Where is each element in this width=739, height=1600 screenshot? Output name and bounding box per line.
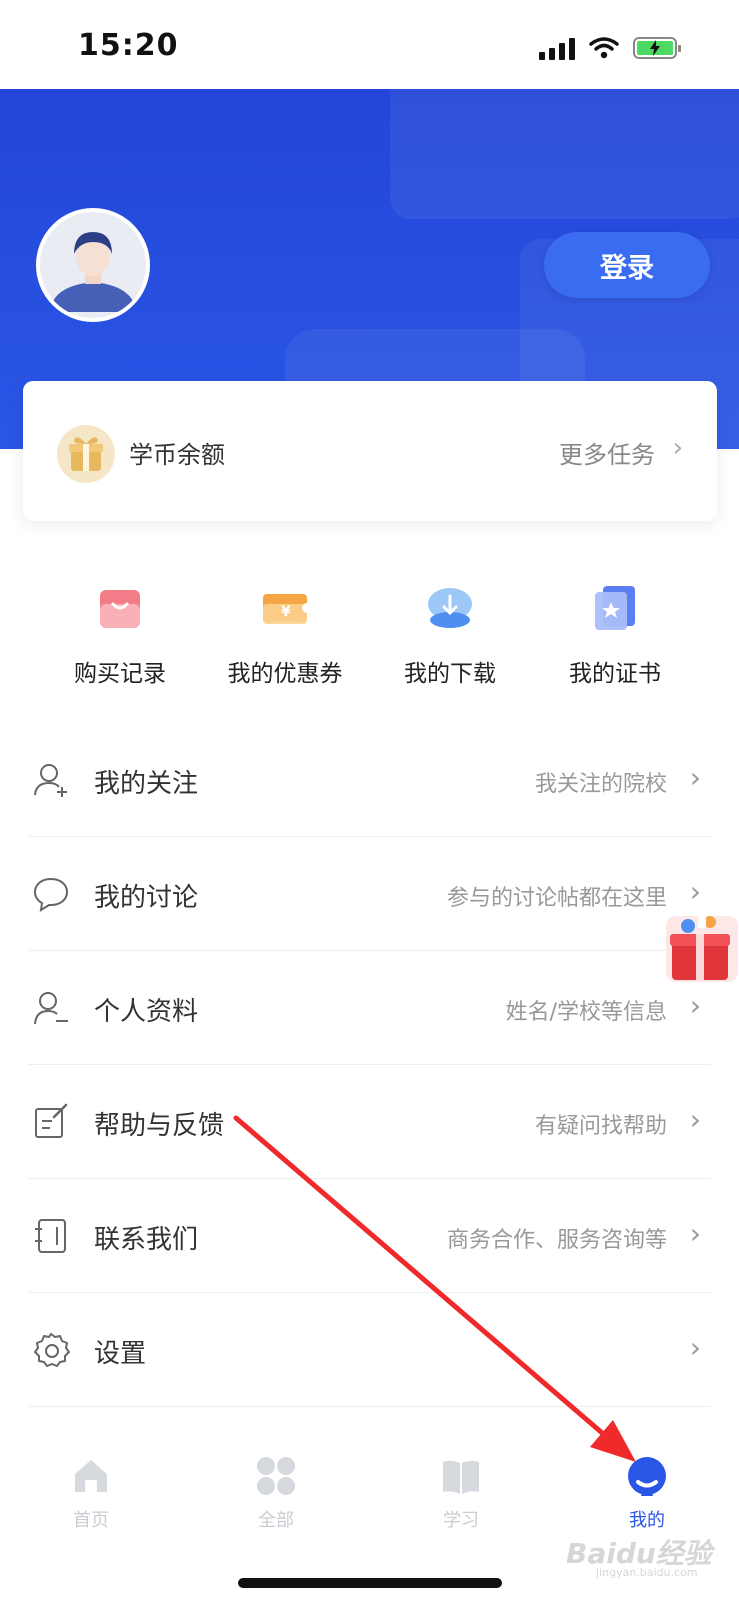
home-indicator[interactable] (238, 1578, 502, 1588)
menu-row-subtitle: 参与的讨论帖都在这里 (446, 886, 667, 911)
avatar[interactable] (36, 208, 150, 322)
menu-row-title: 设置 (94, 1339, 147, 1369)
quick-action-downloads[interactable]: 我的下载 (370, 582, 530, 702)
wifi-icon (589, 37, 619, 59)
floating-gift-icon[interactable] (662, 906, 738, 986)
menu-row-subtitle: 姓名/学校等信息 (505, 1000, 667, 1025)
chevron-right-icon: › (689, 1103, 701, 1136)
tab-label: 首页 (73, 1510, 109, 1531)
login-button[interactable]: 登录 (544, 232, 710, 298)
menu-row-subtitle: 有疑问找帮助 (534, 1114, 667, 1139)
menu-row-my-discussions[interactable]: 我的讨论 参与的讨论帖都在这里 › (28, 837, 711, 951)
tab-learn[interactable]: 学习 (411, 1420, 511, 1531)
home-icon (75, 1460, 107, 1492)
quick-action-coupons[interactable]: ¥ 我的优惠券 (205, 582, 365, 702)
quick-action-label: 购买记录 (74, 661, 166, 687)
coupon-icon: ¥ (263, 594, 311, 624)
tab-mine[interactable]: 我的 (597, 1420, 697, 1531)
edit-note-icon (35, 1103, 68, 1138)
bottom-tab-bar: 首页 全部 学习 我的 (0, 1420, 739, 1531)
gift-icon (57, 425, 115, 483)
menu-row-help-feedback[interactable]: 帮助与反馈 有疑问找帮助 › (28, 1065, 711, 1179)
tab-label: 我的 (629, 1510, 665, 1531)
battery-icon (633, 37, 681, 59)
book-icon (443, 1460, 479, 1494)
status-icons (539, 34, 681, 62)
status-bar: 15:20 (0, 0, 739, 89)
svg-text:¥: ¥ (281, 604, 291, 620)
menu-row-contact-us[interactable]: 联系我们 商务合作、服务咨询等 › (28, 1179, 711, 1293)
menu-row-my-follows[interactable]: 我的关注 我关注的院校 › (28, 723, 711, 837)
chat-bubble-icon (33, 877, 69, 912)
menu-row-title: 我的关注 (94, 769, 199, 799)
chevron-right-icon: › (689, 875, 701, 908)
signal-icon (539, 36, 575, 60)
coin-balance-card[interactable]: 学币余额 更多任务 › (23, 381, 717, 521)
menu-row-title: 我的讨论 (94, 883, 199, 913)
chevron-right-icon: › (689, 1217, 701, 1250)
menu-row-title: 个人资料 (94, 997, 199, 1027)
menu-row-title: 联系我们 (94, 1225, 199, 1255)
grid-icon (257, 1457, 295, 1495)
gear-icon (34, 1333, 70, 1367)
quick-action-label: 我的优惠券 (227, 661, 343, 687)
quick-action-label: 我的下载 (404, 661, 496, 687)
tab-label: 学习 (443, 1510, 479, 1531)
menu-row-profile[interactable]: 个人资料 姓名/学校等信息 › (28, 951, 711, 1065)
chevron-right-icon: › (672, 433, 683, 463)
menu-row-title: 帮助与反馈 (94, 1111, 225, 1141)
quick-action-purchase-records[interactable]: 购买记录 (40, 582, 200, 702)
coin-balance-label: 学币余额 (129, 441, 225, 469)
more-tasks-link[interactable]: 更多任务 (559, 435, 655, 470)
menu-row-subtitle: 我关注的院校 (534, 772, 667, 797)
profile-icon (34, 992, 68, 1025)
certificate-icon (595, 586, 635, 630)
watermark-url: jingyan.baidu.com (596, 1566, 698, 1579)
quick-action-label: 我的证书 (569, 661, 661, 687)
shopping-bag-icon (100, 590, 140, 628)
tab-label: 全部 (258, 1510, 294, 1531)
status-time: 15:20 (78, 28, 179, 63)
tab-home[interactable]: 首页 (41, 1420, 141, 1531)
cloud-download-icon (428, 588, 472, 628)
person-icon (628, 1457, 666, 1496)
address-book-icon (35, 1219, 66, 1253)
menu-row-settings[interactable]: 设置 › (28, 1293, 711, 1407)
quick-action-certificates[interactable]: 我的证书 (535, 582, 695, 702)
default-avatar-icon (40, 212, 146, 318)
chevron-right-icon: › (689, 989, 701, 1022)
tab-all[interactable]: 全部 (226, 1420, 326, 1531)
user-plus-icon (34, 764, 67, 797)
chevron-right-icon: › (689, 761, 701, 794)
chevron-right-icon: › (689, 1331, 701, 1364)
menu-row-subtitle: 商务合作、服务咨询等 (446, 1228, 667, 1253)
